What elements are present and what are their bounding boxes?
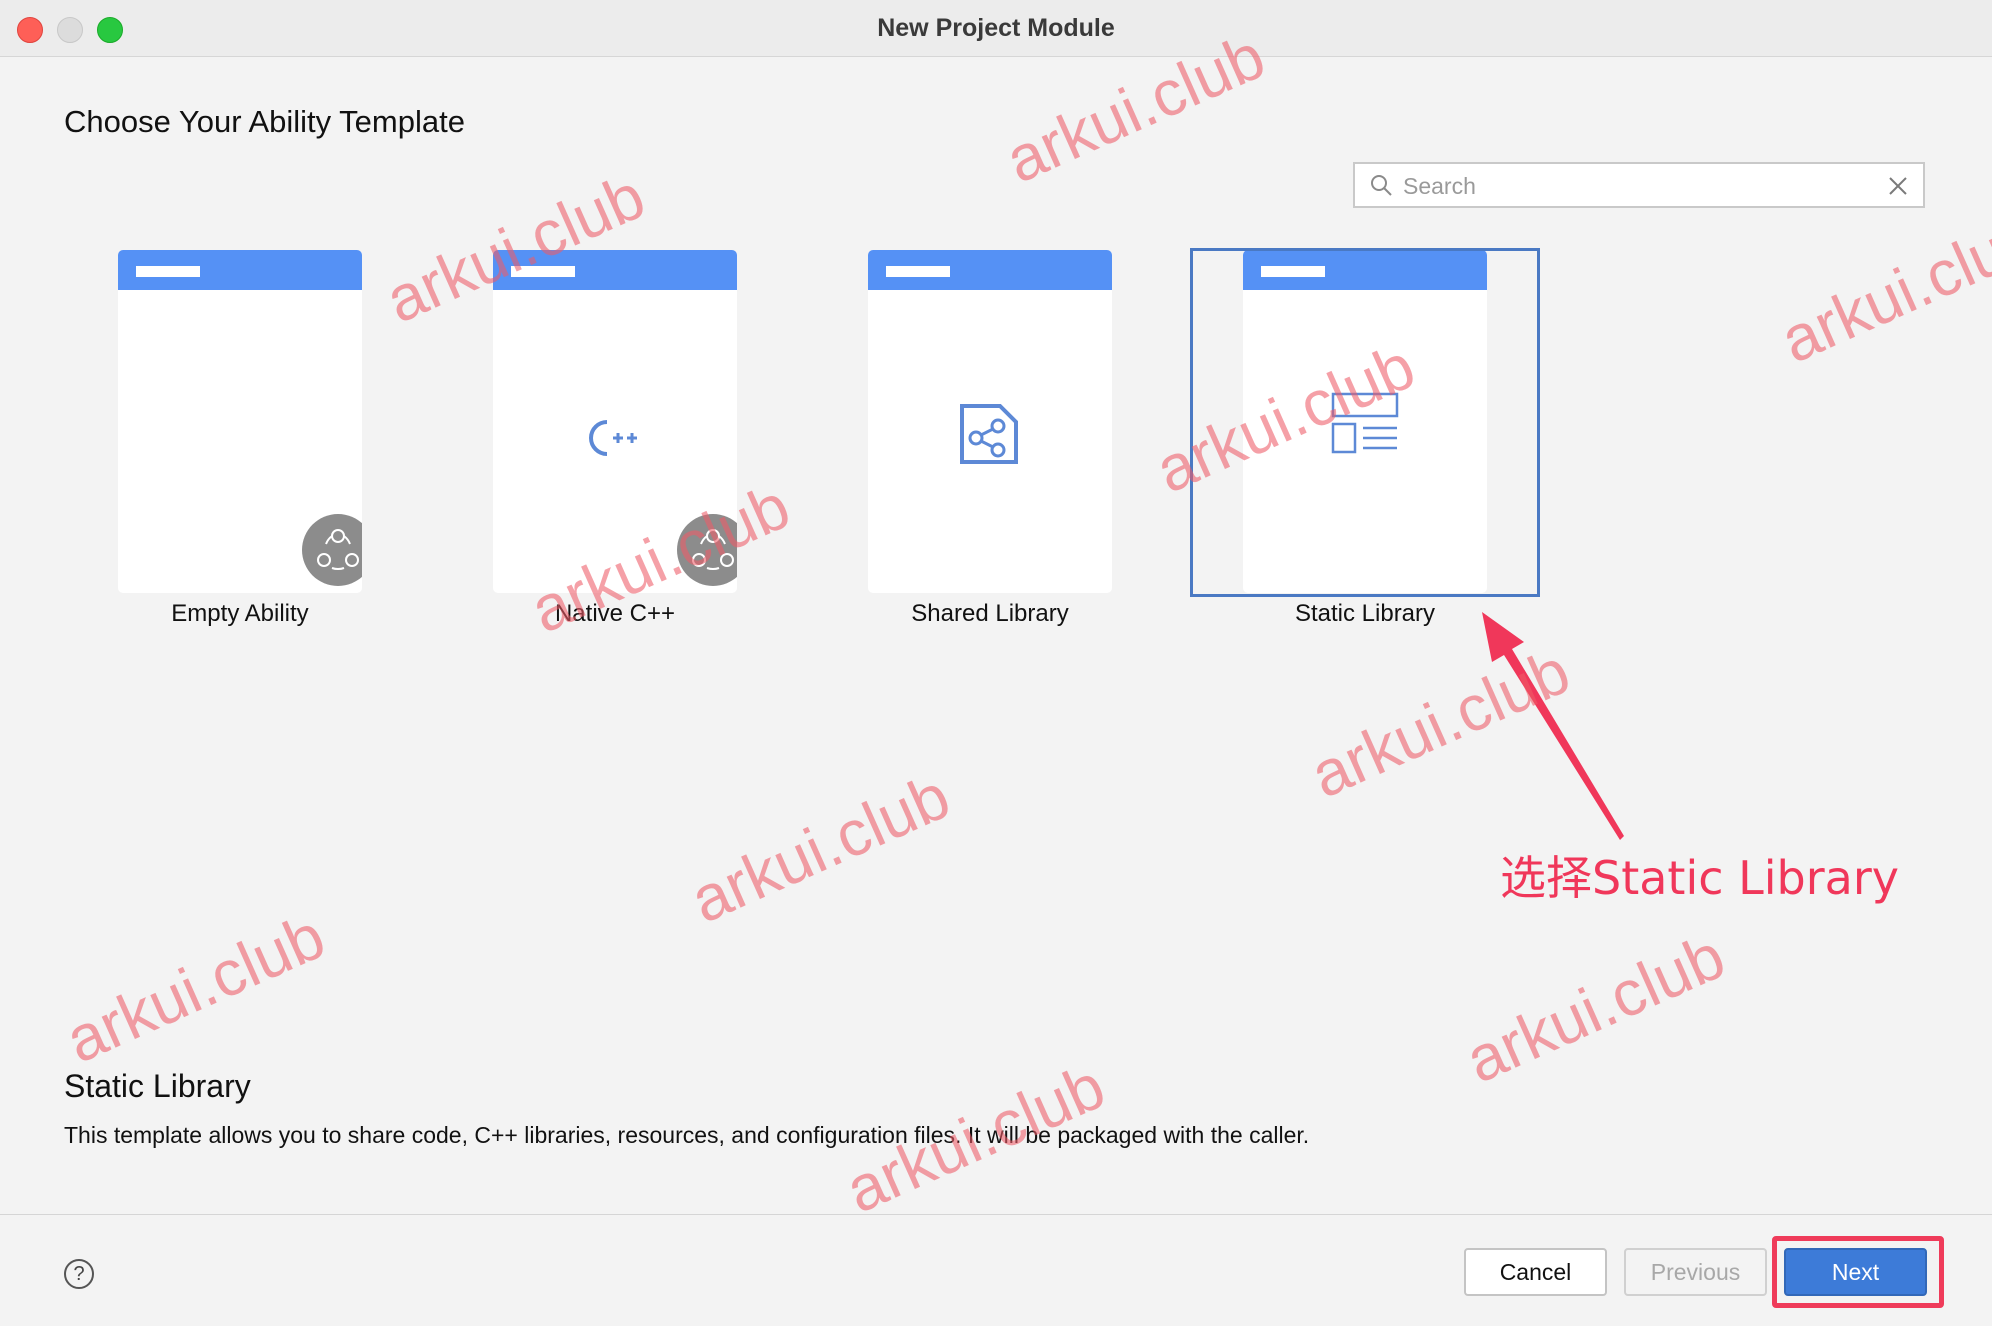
annotation-text: 选择Static Library — [1500, 851, 1899, 905]
template-empty-ability[interactable]: Empty Ability — [90, 248, 440, 638]
help-icon[interactable]: ? — [64, 1259, 94, 1289]
clear-search-icon[interactable] — [1887, 175, 1909, 197]
ability-badge-icon — [302, 514, 362, 586]
template-card — [118, 250, 362, 593]
template-shared-library[interactable]: Shared Library — [840, 248, 1190, 638]
search-box[interactable] — [1353, 162, 1925, 208]
window-title: New Project Module — [877, 14, 1115, 42]
watermark: arkui.club — [1770, 199, 1992, 377]
shared-library-icon — [960, 404, 1018, 464]
card-header — [118, 250, 362, 290]
description-text: This template allows you to share code, … — [64, 1122, 1310, 1148]
card-header — [868, 250, 1112, 290]
cpp-icon — [589, 420, 637, 456]
search-icon — [1371, 175, 1392, 196]
previous-button: Previous — [1624, 1248, 1767, 1296]
template-card — [868, 250, 1112, 593]
title-bar: New Project Module — [0, 0, 1992, 57]
next-button-highlight — [1772, 1236, 1944, 1308]
page-heading: Choose Your Ability Template — [64, 104, 465, 139]
template-label: Empty Ability — [171, 600, 309, 627]
watermark: arkui.club — [55, 899, 335, 1077]
template-label: Shared Library — [911, 600, 1069, 627]
footer-divider — [0, 1214, 1992, 1215]
search-input[interactable] — [1401, 168, 1865, 204]
watermark: arkui.club — [1455, 919, 1735, 1097]
watermark: arkui.club — [680, 759, 960, 937]
cancel-button[interactable]: Cancel — [1464, 1248, 1607, 1296]
